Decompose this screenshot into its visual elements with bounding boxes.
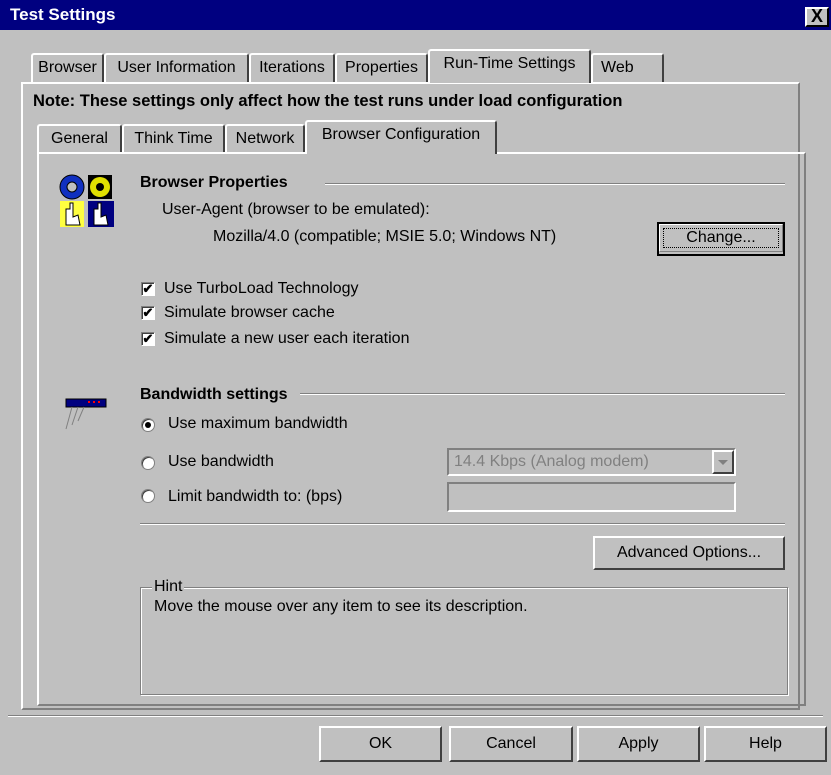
apply-button[interactable]: Apply <box>577 726 700 762</box>
subtab-think-time[interactable]: Think Time <box>122 124 225 154</box>
tab-label: Browser Configuration <box>321 126 481 143</box>
radio-dot <box>145 422 151 428</box>
subtab-general[interactable]: General <box>37 124 122 154</box>
footer-divider <box>8 715 823 717</box>
use-bandwidth-radio[interactable] <box>141 456 155 470</box>
section-divider <box>140 523 785 525</box>
ok-button[interactable]: OK <box>319 726 442 762</box>
limit-bandwidth-label[interactable]: Limit bandwidth to: (bps) <box>168 488 342 506</box>
user-agent-value: Mozilla/4.0 (compatible; MSIE 5.0; Windo… <box>213 228 557 245</box>
bandwidth-select[interactable]: 14.4 Kbps (Analog modem) <box>447 448 736 476</box>
change-button[interactable]: Change... <box>657 222 785 256</box>
title-bar: Test Settings X <box>0 0 831 30</box>
use-bandwidth-label[interactable]: Use bandwidth <box>168 453 274 471</box>
tab-run-time-settings[interactable]: Run-Time Settings <box>428 49 591 83</box>
bandwidth-select-value: 14.4 Kbps (Analog modem) <box>454 453 649 470</box>
cancel-button[interactable]: Cancel <box>449 726 573 762</box>
browser-properties-title: Browser Properties <box>140 174 288 191</box>
max-bandwidth-label[interactable]: Use maximum bandwidth <box>168 415 348 433</box>
new-user-label[interactable]: Simulate a new user each iteration <box>164 330 409 348</box>
tab-label: User Information <box>117 59 236 76</box>
max-bandwidth-radio[interactable] <box>141 418 155 432</box>
tab-label: Web <box>601 59 634 76</box>
limit-bandwidth-radio[interactable] <box>141 489 155 503</box>
subtab-network[interactable]: Network <box>225 124 305 154</box>
tab-label: Network <box>235 130 295 147</box>
hint-legend: Hint <box>152 578 185 596</box>
tab-label: General <box>51 130 108 147</box>
tab-label: Think Time <box>134 130 213 147</box>
tab-browser[interactable]: Browser <box>31 53 104 83</box>
tab-web[interactable]: Web <box>591 53 664 83</box>
limit-bandwidth-field[interactable] <box>447 482 736 512</box>
section-divider <box>325 183 785 185</box>
browser-cache-label[interactable]: Simulate browser cache <box>164 304 335 322</box>
tab-user-information[interactable]: User Information <box>104 53 249 83</box>
section-divider <box>300 393 785 395</box>
change-button-label: Change... <box>663 228 779 248</box>
user-agent-label: User-Agent (browser to be emulated): <box>162 201 430 218</box>
tab-properties[interactable]: Properties <box>335 53 428 83</box>
hint-text: Move the mouse over any item to see its … <box>154 598 528 615</box>
advanced-options-button[interactable]: Advanced Options... <box>593 536 785 570</box>
modem-icon <box>65 398 107 430</box>
tab-label: Properties <box>345 59 418 76</box>
tab-label: Iterations <box>259 59 325 76</box>
tab-label: Browser <box>38 59 97 76</box>
chevron-down-icon[interactable] <box>712 450 734 474</box>
tab-iterations[interactable]: Iterations <box>249 53 335 83</box>
help-button[interactable]: Help <box>704 726 827 762</box>
subtab-browser-configuration[interactable]: Browser Configuration <box>305 120 497 154</box>
browser-cache-checkbox[interactable]: ✔ <box>141 306 155 320</box>
close-icon[interactable]: X <box>805 7 829 27</box>
turboload-label[interactable]: Use TurboLoad Technology <box>164 280 359 298</box>
window-title: Test Settings <box>10 5 116 24</box>
tab-label: Run-Time Settings <box>443 55 576 72</box>
bandwidth-title: Bandwidth settings <box>140 386 288 403</box>
note-text: Note: These settings only affect how the… <box>33 92 623 110</box>
new-user-checkbox[interactable]: ✔ <box>141 332 155 346</box>
turboload-checkbox[interactable]: ✔ <box>141 282 155 296</box>
browser-properties-icon <box>59 174 114 227</box>
